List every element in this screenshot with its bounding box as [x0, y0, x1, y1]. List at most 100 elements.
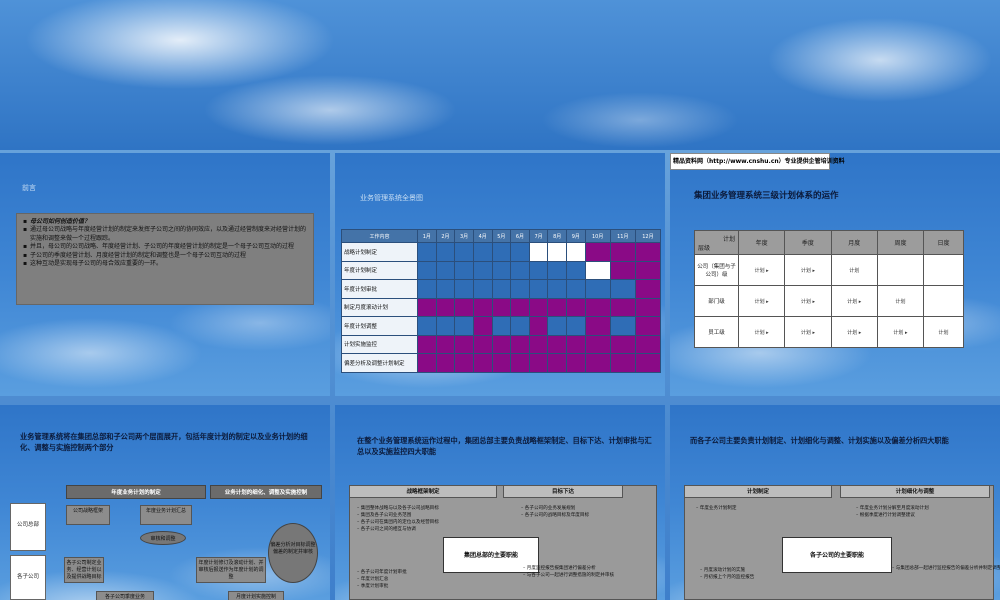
gantt-row: 年度计划调整: [341, 316, 662, 336]
slide-three-level-plan[interactable]: 精品资料网（http://www.cnshu.cn）专业提供企管培训资料 集团业…: [670, 153, 1000, 396]
slide-hq-functions[interactable]: 在整个业务管理系统运作过程中，集团总部主要负责战略框架制定、目标下达、计划审批与…: [335, 405, 665, 600]
plan-label: 计划: [800, 267, 811, 274]
level-cell: 计划: [923, 316, 964, 348]
slide-small-title: 前言: [22, 184, 36, 192]
level-cell: 计划: [830, 254, 878, 286]
gantt-cell: [584, 279, 611, 299]
box-summary: 年度业务计划汇总: [140, 505, 192, 525]
target-items: – 各子公司的业务发展规划 – 各子公司的战略目标及年度目标: [521, 505, 589, 519]
gantt-cell: [417, 242, 437, 262]
slide-small-title: 业务管理系统全景图: [360, 194, 423, 202]
gantt-month-header: 1月: [417, 229, 437, 243]
gantt-cell: [584, 316, 611, 336]
gantt-cell: [491, 334, 512, 354]
gantt-row-label: 战略计划制定: [341, 242, 418, 262]
gantt-cell: [609, 334, 636, 354]
header-control: 业务计划的细化、调整及实施控制: [210, 485, 322, 499]
gantt-cell: [417, 353, 437, 373]
function-item: – 月度监控报告报集团进行偏差分析: [523, 566, 596, 571]
implement-items: – 月度滚动计划的实施 – 月初报上个月的监控报告: [700, 567, 754, 581]
bullet-box: 母公司如何创造价值？通过母公司战略与年度经营计划的制定来发挥子公司之间的协同效应…: [16, 213, 314, 305]
gantt-cell: [510, 242, 530, 262]
level-cell: 计划 ▸: [784, 285, 832, 317]
arrow-right-icon: ▸: [810, 298, 815, 305]
level-cell: [923, 285, 964, 317]
slide-gantt[interactable]: 业务管理系统全景图 工作内容 1月 2月 3月 4月 5月 6月 7月 8月 9月 10月 11月 12…: [335, 153, 665, 396]
bullet-item: 通过母公司战略与年度经营计划的制定来发挥子公司之间的协同效应，以及通过经营制度来…: [23, 226, 307, 243]
gantt-cell: [609, 279, 636, 299]
gantt-cell: [528, 316, 549, 336]
corner-top: 计划: [722, 235, 735, 243]
plan-label: 计划: [938, 329, 949, 336]
gantt-cell: [566, 279, 586, 299]
gantt-cell: [510, 260, 530, 280]
function-item: – 月初报上个月的监控报告: [700, 575, 755, 580]
gantt-cell: [491, 316, 512, 336]
gantt-row: 制定月度滚动计划: [341, 297, 662, 317]
gantt-cell: [510, 334, 530, 354]
level-label: 公司（集团与子公司）级: [694, 254, 739, 286]
plan-label: 计划: [847, 298, 858, 305]
gantt-row-label: 年度计划制定: [341, 260, 418, 280]
bullet-item: 并且，母公司的公司战略、年度经营计划、子公司的年度经营计划的制定是一个母子公司互…: [23, 243, 307, 252]
gantt-cell: [528, 353, 549, 373]
function-item: – 集团整体战略与以及各子公司战略目标: [357, 506, 439, 511]
plan-label: 计划: [800, 329, 811, 336]
gantt-month-header: 7月: [528, 229, 549, 243]
level-cell: 计划: [876, 285, 925, 317]
slide-sub-functions[interactable]: 而各子公司主要负责计划制定、计划细化与调整、计划实施以及偏差分析四大职能 计划制…: [670, 405, 1000, 600]
gantt-cell: [472, 334, 493, 354]
gantt-row: 偏差分析及调整计划制定: [341, 353, 662, 373]
oval-review: 审核和调整: [140, 531, 186, 545]
gantt-cell: [609, 242, 636, 262]
gantt-cell: [417, 279, 437, 299]
gantt-cell: [634, 279, 662, 299]
gantt-cell: [584, 297, 611, 317]
slide-title: 业务管理系统将在集团总部和子公司两个层面展开，包括年度计划的制定以及业务计划的细…: [20, 432, 308, 452]
gantt-cell: [566, 260, 586, 280]
gantt-cell: [435, 334, 456, 354]
level-col-header: 日度: [923, 230, 964, 255]
level-cell: 计划 ▸: [784, 316, 832, 348]
gantt-cell: [528, 297, 549, 317]
gantt-month-header: 6月: [510, 229, 530, 243]
gantt-cell: [417, 334, 437, 354]
slide-title: 集团业务管理系统三级计划体系的运作: [694, 191, 839, 201]
gantt-cell: [491, 353, 512, 373]
gantt-month-header: 11月: [609, 229, 636, 243]
watermark-banner: 精品资料网（http://www.cnshu.cn）专业提供企管培训资料: [670, 153, 845, 170]
gantt-cell: [584, 242, 611, 262]
slide-two-levels[interactable]: 业务管理系统将在集团总部和子公司两个层面展开，包括年度计划的制定以及业务计划的细…: [0, 405, 330, 600]
function-item: – 年度计划汇总: [357, 577, 389, 582]
gantt-row: 年度计划审批: [341, 279, 662, 299]
level-cell: 计划 ▸: [830, 316, 878, 348]
gantt-cell: [454, 279, 474, 299]
gantt-cell: [454, 316, 474, 336]
approval-items: – 各子公司年度计划审批 – 年度计划汇总 – 季度计划审批: [357, 569, 407, 590]
gantt-cell: [634, 316, 662, 336]
level-cell: 计划 ▸: [737, 316, 786, 348]
box-quarter: 各子公司季度业务: [96, 591, 154, 600]
gantt-cell: [472, 353, 493, 373]
gantt-cell: [547, 242, 567, 262]
gantt-cell: [417, 297, 437, 317]
plan-label: 计划: [847, 329, 858, 336]
gantt-cell: [609, 353, 636, 373]
plan-level-table: 计划 层级 年度 季度 月度 周度 日度 公司（集团与子公司）级 计划 ▸ 计划 ▸ 计划 部门级 计划…: [694, 230, 964, 348]
level-col-header: 年度: [737, 230, 786, 255]
slide-preface[interactable]: 前言 母公司如何创造价值？通过母公司战略与年度经营计划的制定来发挥子公司之间的协…: [0, 153, 330, 396]
gantt-cell: [634, 260, 662, 280]
head-plan: 计划制定: [684, 485, 832, 498]
gantt-cell: [491, 297, 512, 317]
gantt-cell: [566, 334, 586, 354]
gantt-month-header: 5月: [491, 229, 512, 243]
gantt-cell: [528, 279, 549, 299]
function-item: – 与集团总部一起进行监控报告的偏差分析并制定调整措施: [892, 566, 1000, 571]
gantt-row: 年度计划制定: [341, 260, 662, 280]
plan-label: 计划: [800, 298, 811, 305]
function-item: – 各子公司年度计划审批: [357, 570, 407, 575]
arrow-right-icon: ▸: [857, 329, 862, 336]
level-row: 公司（集团与子公司）级 计划 ▸ 计划 ▸ 计划: [694, 254, 964, 286]
monitor-items: – 月度监控报告报集团进行偏差分析 – 与各子公司一起进行调整措施的制定并审核: [523, 565, 614, 579]
gantt-cell: [566, 353, 586, 373]
